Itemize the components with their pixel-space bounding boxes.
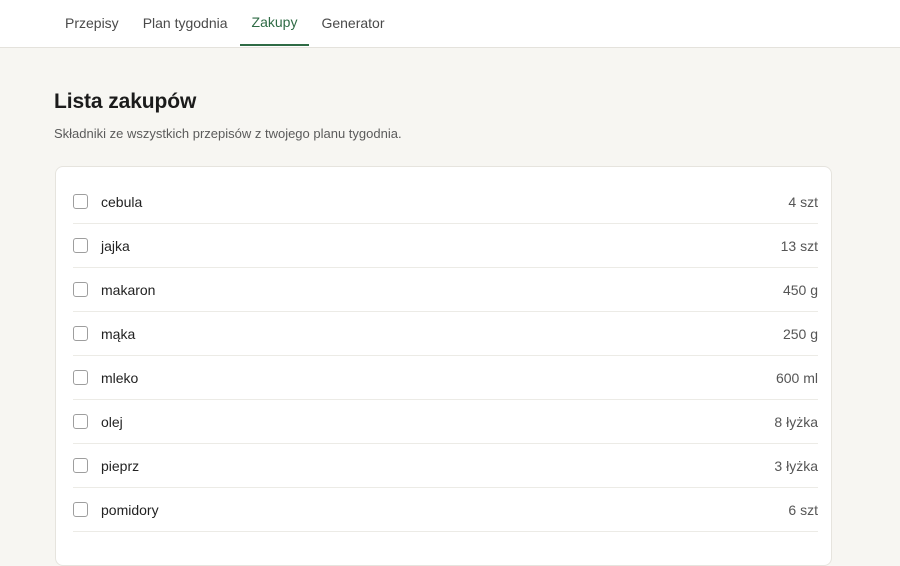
item-checkbox[interactable] [73, 326, 88, 341]
top-navigation: Przepisy Plan tygodnia Zakupy Generator [0, 0, 900, 48]
item-name: jajka [101, 237, 130, 254]
item-name: pomidory [101, 501, 159, 518]
tab-przepisy[interactable]: Przepisy [53, 0, 131, 46]
item-quantity: 3 łyżka [774, 457, 818, 474]
item-checkbox[interactable] [73, 414, 88, 429]
nav-tabs: Przepisy Plan tygodnia Zakupy Generator [53, 0, 397, 48]
item-checkbox[interactable] [73, 370, 88, 385]
item-quantity: 450 g [782, 281, 818, 298]
item-quantity: 6 szt [788, 501, 818, 518]
item-checkbox[interactable] [73, 502, 88, 517]
page-subtitle: Składniki ze wszystkich przepisów z twoj… [54, 126, 402, 141]
item-quantity: 600 ml [775, 369, 818, 386]
list-item[interactable]: pieprz 3 łyżka [73, 444, 818, 488]
item-name: mleko [101, 369, 139, 386]
list-item[interactable]: cebula 4 szt [73, 180, 818, 224]
item-checkbox[interactable] [73, 238, 88, 253]
item-checkbox[interactable] [73, 282, 88, 297]
shopping-list: cebula 4 szt jajka 13 szt makaron 450 g … [73, 180, 818, 532]
list-item[interactable]: mleko 600 ml [73, 356, 818, 400]
list-item[interactable]: olej 8 łyżka [73, 400, 818, 444]
tab-generator[interactable]: Generator [309, 0, 396, 46]
list-item[interactable]: jajka 13 szt [73, 224, 818, 268]
list-item[interactable]: mąka 250 g [73, 312, 818, 356]
page-title: Lista zakupów [54, 90, 197, 113]
list-item[interactable]: makaron 450 g [73, 268, 818, 312]
item-name: makaron [101, 281, 156, 298]
shopping-list-card: cebula 4 szt jajka 13 szt makaron 450 g … [55, 166, 832, 566]
item-quantity: 250 g [782, 325, 818, 342]
item-name: cebula [101, 193, 143, 210]
item-quantity: 13 szt [780, 237, 818, 254]
list-item[interactable]: pomidory 6 szt [73, 488, 818, 532]
item-name: olej [101, 413, 123, 430]
item-name: pieprz [101, 457, 140, 474]
tab-plan-tygodnia[interactable]: Plan tygodnia [131, 0, 240, 46]
item-checkbox[interactable] [73, 194, 88, 209]
item-checkbox[interactable] [73, 458, 88, 473]
tab-zakupy[interactable]: Zakupy [239, 0, 310, 46]
item-quantity: 4 szt [788, 193, 818, 210]
item-quantity: 8 łyżka [774, 413, 818, 430]
item-name: mąka [101, 325, 136, 342]
